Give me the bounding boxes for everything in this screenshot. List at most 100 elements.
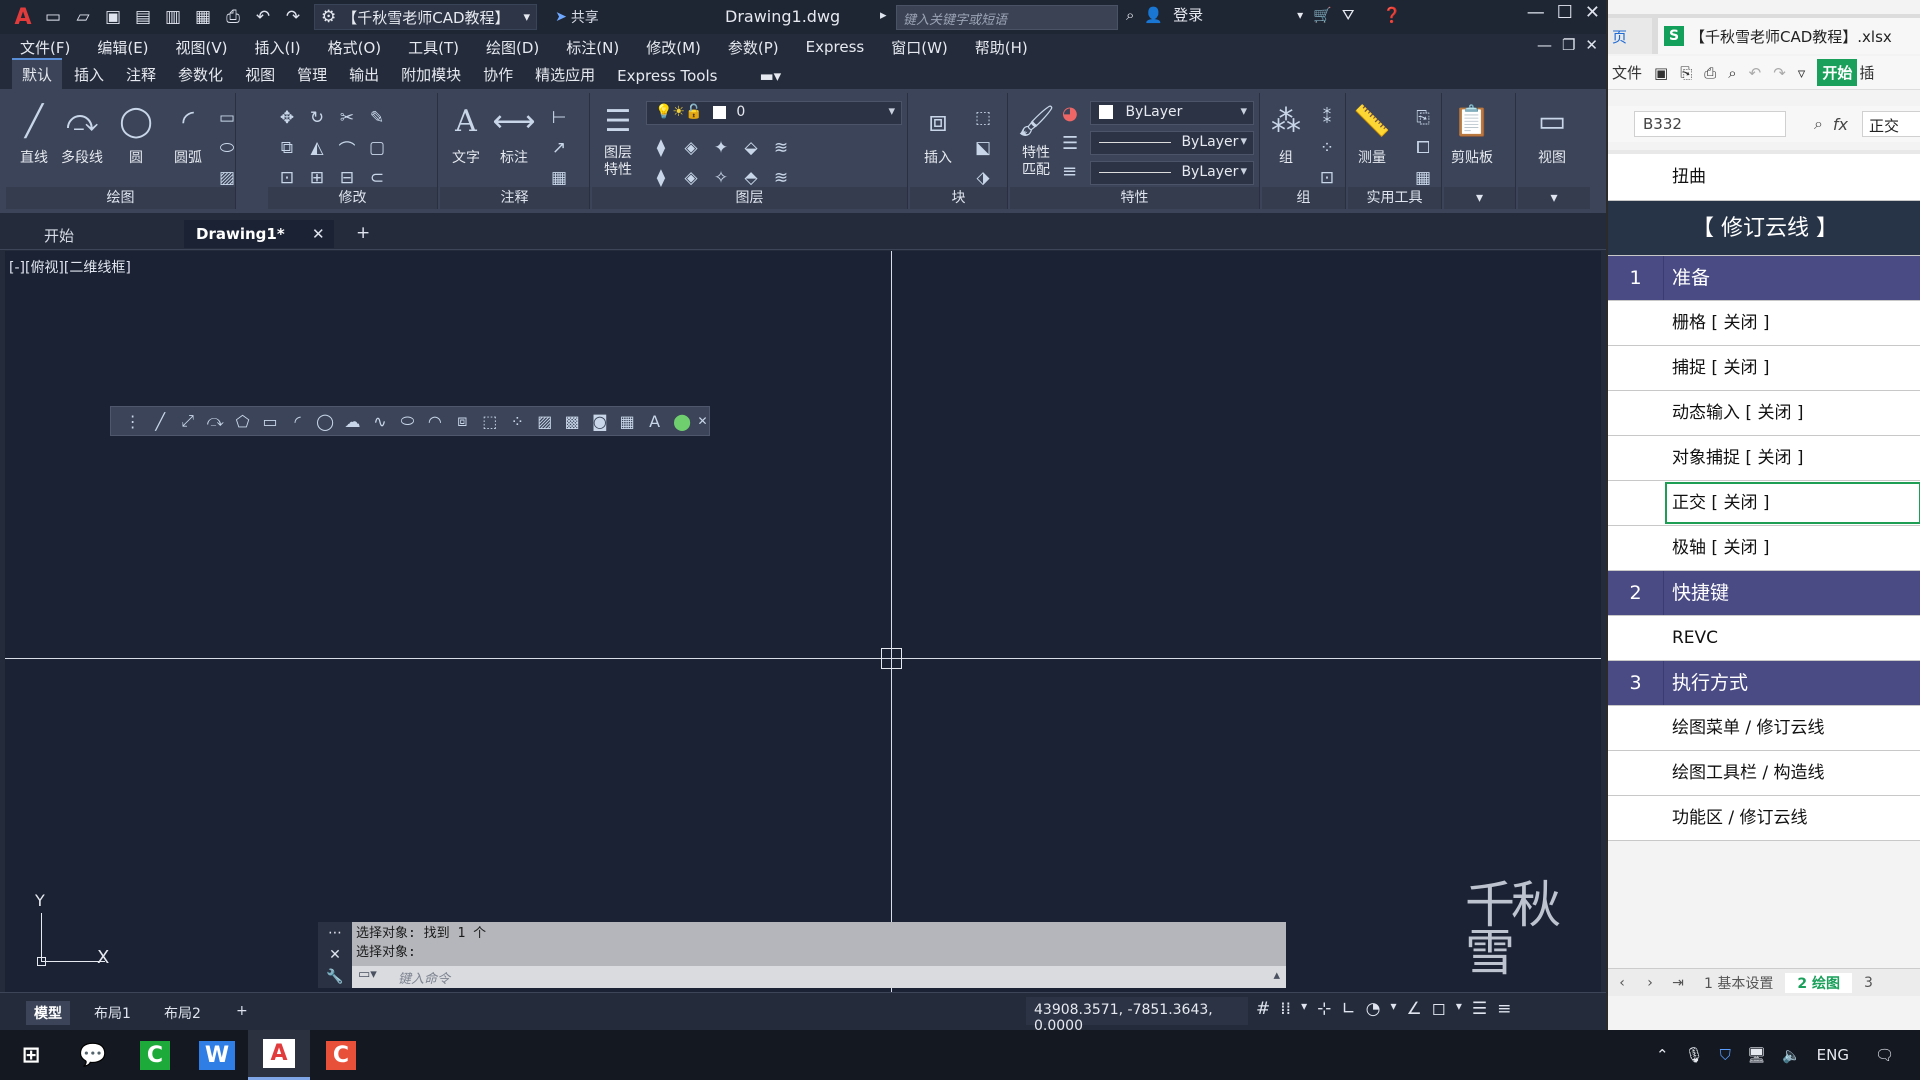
microphone-icon[interactable]: 🎙 [1685, 1046, 1704, 1064]
new-file-icon[interactable]: ▭ [40, 4, 66, 30]
cell-text[interactable]: 绘图菜单 / 修订云线 [1664, 706, 1825, 750]
isodraft-icon[interactable]: ∠ [1406, 999, 1421, 1019]
cell-text[interactable]: 快捷键 [1664, 571, 1920, 615]
color-wheel-icon[interactable]: ◕ [1062, 103, 1078, 124]
print-preview-icon[interactable]: ⌕ [1728, 64, 1736, 82]
polar-icon[interactable]: ◔ [1366, 999, 1381, 1019]
save-icon[interactable]: ▣ [1654, 64, 1668, 82]
polygon-icon[interactable]: ⬠ [229, 412, 256, 431]
cell-text[interactable]: 绘图工具栏 / 构造线 [1664, 751, 1825, 795]
table-row[interactable]: 绘图工具栏 / 构造线 [1608, 751, 1920, 796]
line-tool[interactable]: ╱ 直线 [12, 99, 56, 167]
name-box[interactable]: B332 [1634, 111, 1786, 137]
command-prompt-icon[interactable]: ▭▾ [358, 967, 377, 982]
row-number-cell[interactable] [1608, 616, 1664, 660]
new-tab-icon[interactable]: + [356, 223, 370, 243]
cell-text[interactable]: 功能区 / 修订云线 [1664, 796, 1808, 840]
layer-dropdown[interactable]: 💡☀🔓 0 [646, 101, 902, 125]
tab-home-page[interactable]: 页 [1608, 18, 1652, 54]
layer-isolate-icon[interactable]: ◈ [676, 133, 706, 163]
table-row[interactable]: 捕捉 [ 关闭 ] [1608, 346, 1920, 391]
wrench-icon[interactable]: 🔧 [326, 969, 343, 985]
cell-text[interactable]: 【 修订云线 】 [1608, 201, 1920, 255]
explode-icon[interactable]: ▢ [362, 133, 392, 163]
insert-block-tool[interactable]: ⧈ 插入 [916, 99, 960, 167]
linetype-dropdown[interactable]: ByLayer [1090, 161, 1254, 185]
paste-special-icon[interactable]: ⎘ [1408, 103, 1438, 133]
tab-view[interactable]: 视图 [235, 60, 285, 89]
cell-text[interactable]: 执行方式 [1664, 661, 1920, 705]
ellipse-arc-icon[interactable]: ◠ [421, 412, 448, 431]
construction-line-icon[interactable]: ⤢ [174, 411, 201, 431]
table-row[interactable]: 正交 [ 关闭 ] [1608, 481, 1920, 526]
dynamic-input-icon[interactable]: ⊹ [1317, 999, 1331, 1019]
row-number-cell[interactable]: 1 [1608, 256, 1664, 300]
erase-icon[interactable]: ✎ [362, 103, 392, 133]
command-grip-icon[interactable]: ⋯ [328, 925, 342, 941]
command-close-icon[interactable]: ✕ [329, 947, 341, 963]
chevron-down-icon[interactable]: ▾ [1297, 8, 1303, 22]
line-icon[interactable]: ╱ [146, 412, 173, 431]
doc-minimize-icon[interactable]: — [1537, 36, 1552, 54]
cart-icon[interactable]: 🛒 [1313, 6, 1332, 24]
ortho-icon[interactable]: ∟ [1341, 999, 1355, 1019]
maximize-icon[interactable]: ☐ [1557, 2, 1573, 23]
tab-addins[interactable]: 附加模块 [391, 60, 471, 89]
sheet-tab-3[interactable]: 3 [1852, 975, 1885, 991]
fx-icon[interactable]: fx [1833, 115, 1848, 134]
share-button[interactable]: ➤ 共享 [555, 7, 599, 27]
menu-express[interactable]: Express [806, 38, 865, 56]
clipboard-tool[interactable]: 📋 剪贴板 [1450, 99, 1494, 167]
point-icon[interactable]: ⁘ [504, 412, 531, 431]
rectangle-icon[interactable]: ▭ [212, 103, 242, 133]
start-button[interactable]: ⊞ [0, 1030, 62, 1080]
menu-file[interactable]: 文件(F) [20, 37, 70, 58]
gradient-icon[interactable]: ▩ [559, 412, 586, 431]
redo-icon[interactable]: ↷ [1773, 64, 1786, 82]
row-number-cell[interactable] [1608, 346, 1664, 390]
menu-insert[interactable]: 插入(I) [255, 37, 301, 58]
tab-insert[interactable]: 插 [1859, 62, 1874, 83]
next-sheet-icon[interactable]: › [1636, 975, 1664, 991]
table-row[interactable]: REVC [1608, 616, 1920, 661]
chevron-down-icon[interactable]: ▾ [1390, 999, 1396, 1019]
menu-format[interactable]: 格式(O) [328, 37, 382, 58]
network-icon[interactable]: 🖥 [1747, 1046, 1766, 1064]
color-dropdown[interactable]: ByLayer [1090, 101, 1254, 125]
row-number-cell[interactable]: 2 [1608, 571, 1664, 615]
object-snap-icon[interactable]: ◻ [1432, 999, 1446, 1019]
circle-icon[interactable]: ◯ [311, 412, 338, 431]
layer-lock-icon[interactable]: ⬙ [736, 133, 766, 163]
menu-edit[interactable]: 编辑(E) [97, 37, 148, 58]
edit-block-icon[interactable]: ⬕ [968, 133, 998, 163]
table-row[interactable]: 栅格 [ 关闭 ] [1608, 301, 1920, 346]
close-tab-icon[interactable]: ✕ [312, 225, 325, 243]
linetype-icon[interactable]: ≡ [1062, 161, 1077, 182]
chevron-right-icon[interactable]: ▸ [880, 8, 887, 23]
tab-express-tools[interactable]: Express Tools [607, 63, 727, 89]
cell-text[interactable]: 对象捕捉 [ 关闭 ] [1664, 436, 1803, 480]
row-number-cell[interactable] [1608, 154, 1664, 200]
cell-text[interactable]: 极轴 [ 关闭 ] [1664, 526, 1769, 570]
drawing-viewport[interactable]: [-][俯视][二维线框] ⋮ ╱ ⤢ ⤼ ⬠ ▭ ◜ ◯ ☁ ∿ ⬭ ◠ ⧈ … [5, 251, 1601, 992]
panel-title-utilities[interactable]: 实用工具 [1348, 187, 1441, 209]
row-number-cell[interactable] [1608, 391, 1664, 435]
section-header-row[interactable]: 1 准备 [1608, 256, 1920, 301]
move-icon[interactable]: ✥ [272, 103, 302, 133]
tab-featured-apps[interactable]: 精选应用 [525, 60, 605, 89]
cell-text[interactable]: REVC [1664, 616, 1718, 660]
panel-title-group[interactable]: 组 [1262, 187, 1345, 209]
tab-layout1[interactable]: 布局1 [86, 1001, 139, 1025]
table-row[interactable]: 功能区 / 修订云线 [1608, 796, 1920, 841]
mirror-icon[interactable]: ◭ [302, 133, 332, 163]
linear-dim-icon[interactable]: ⊢ [544, 103, 574, 133]
search-input[interactable]: 键入关键字或短语 [896, 5, 1118, 30]
panel-title-draw[interactable]: 绘图 [6, 187, 235, 209]
menu-tools[interactable]: 工具(T) [408, 37, 459, 58]
red-c-app-icon[interactable]: C [310, 1030, 372, 1080]
layer-freeze-icon[interactable]: ✦ [706, 133, 736, 163]
table-row[interactable]: 扭曲 [1608, 154, 1920, 201]
help-icon[interactable]: ❓ [1382, 6, 1401, 24]
make-block-icon[interactable]: ⬚ [476, 412, 503, 431]
zoom-icon[interactable]: ⌕ [1814, 114, 1823, 134]
